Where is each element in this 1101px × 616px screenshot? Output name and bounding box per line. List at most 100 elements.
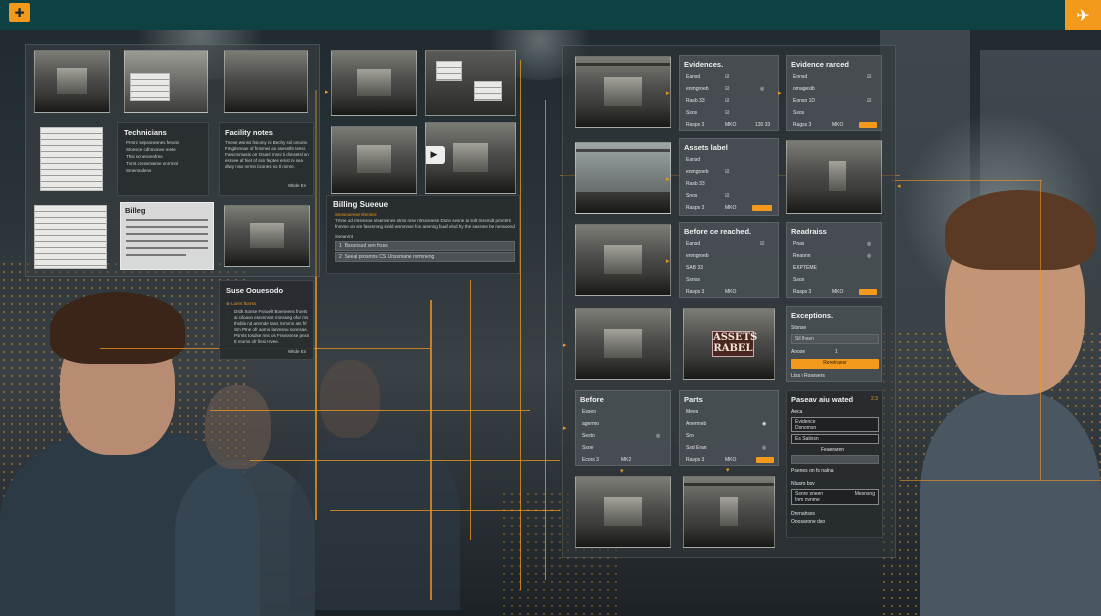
readiness-panel: Readraiss Pnas Reaonn EXPTEME Ssos ◎ ◎ R… <box>786 222 882 298</box>
check-icon[interactable]: ☑ <box>725 86 729 92</box>
evidence-recorded-title: Evidence rarced <box>791 60 849 69</box>
evidence-photo[interactable] <box>331 126 417 194</box>
assets-label-panel: Assets label Eansd enmgroeb Rasb 33 Snos… <box>679 138 779 216</box>
evidence-photo[interactable] <box>786 140 882 214</box>
evidence-title: Evidences. <box>684 60 724 69</box>
evidence-photo[interactable] <box>124 50 208 113</box>
field-label: Eansd <box>686 157 701 163</box>
evidence-photo[interactable] <box>575 56 671 128</box>
field-label: Anermeb <box>686 421 707 427</box>
check-icon[interactable]: ☑ <box>725 193 729 199</box>
saiiosn-field-label: Es Saiiosn <box>795 436 819 442</box>
field-label: Pnas <box>793 241 805 247</box>
panel-footer: Ecors 3 <box>582 457 599 463</box>
technicians-line: Tnmt cressmwme onrrmnl <box>126 161 179 166</box>
check-icon[interactable]: ☑ <box>725 110 729 116</box>
arrow-left-icon: ◂ <box>897 182 901 190</box>
check-icon[interactable]: ☑ <box>725 169 729 175</box>
field-label: enmgroeb <box>686 253 709 259</box>
facility-notes-footer: Wkde En <box>288 183 307 188</box>
field-label: Eansd <box>686 241 701 247</box>
evidence-photo[interactable] <box>425 50 516 116</box>
exceptions-field-text: Sil lhsen <box>795 336 814 342</box>
field-label: Rasb 33 <box>686 98 705 104</box>
evidence-photo[interactable] <box>575 224 671 296</box>
evidence-photo[interactable] <box>224 50 308 113</box>
row-number: 2 <box>339 254 342 260</box>
top-bar: ✚ ✈ <box>0 0 1101 30</box>
evidence-photo[interactable] <box>34 50 110 113</box>
progress-row[interactable] <box>791 455 879 464</box>
toggle-icon[interactable]: ◎ <box>867 241 871 247</box>
panel-footer: Rasps 3 <box>793 289 812 295</box>
billing-queue-text: Tmne od rmsmsoe ntsemsnes stms mse ntrso… <box>335 218 515 229</box>
status-badge <box>859 289 877 295</box>
before-reached-title: Before ce reached. <box>684 227 752 236</box>
lower-field-right: Mesnsng <box>854 491 875 497</box>
field-label: agermo <box>582 421 599 427</box>
document-thumbnail[interactable] <box>40 127 103 191</box>
evidence-photo[interactable] <box>575 308 671 380</box>
evidence-photo[interactable] <box>575 476 671 548</box>
field-label: Ssoe <box>582 445 594 451</box>
field-label: enmgroeb <box>686 86 709 92</box>
panel-footer: 130 33 <box>755 122 771 128</box>
check-icon[interactable]: ☑ <box>725 74 729 80</box>
evidence-photo[interactable] <box>683 476 775 548</box>
field-label: Sro <box>686 433 694 439</box>
field-label: Ooosarone dso <box>791 519 826 525</box>
panel-footer: Rasps 3 <box>686 122 705 128</box>
evidence-field[interactable]: Evidence Dsnomsn <box>791 417 879 432</box>
puzzle-icon[interactable]: ✚ <box>9 3 30 22</box>
saiiosn-field[interactable]: Es Saiiosn <box>791 434 879 444</box>
asset-sign-line: RABEL <box>713 343 753 354</box>
assets-label-title: Assets label <box>684 143 728 152</box>
lower-field-sub: Inm nvnme <box>795 497 820 503</box>
play-icon[interactable]: ▶ <box>426 146 445 164</box>
technicians-line: Smemndens <box>126 168 152 173</box>
check-icon[interactable]: ☑ <box>867 74 871 80</box>
technicians-line: Prrsrc sepssnesnes ferumi <box>126 140 180 145</box>
before-title: Before <box>580 395 604 404</box>
evidence-photo[interactable] <box>575 142 671 214</box>
eye-icon[interactable]: ◉ <box>762 421 766 427</box>
field-label: Ssos <box>686 110 698 116</box>
technicians-line: Thsi scnesnenfree <box>126 154 163 159</box>
toggle-icon[interactable]: ◎ <box>762 445 766 451</box>
evidence-photo[interactable] <box>331 50 417 116</box>
register-button[interactable]: Reretraesr <box>791 359 879 369</box>
check-icon[interactable]: ☑ <box>867 98 871 104</box>
field-label: Anose <box>791 349 806 355</box>
toggle-icon[interactable]: ◎ <box>867 253 871 259</box>
document-thumbnail[interactable] <box>34 205 107 269</box>
issue-overview-panel: Suse Oouesodo ⊜ Lonrs ftorrss Dsth Sonse… <box>219 280 314 360</box>
panel-footer: MKO <box>725 205 737 211</box>
billing-document[interactable]: Billeg <box>120 202 214 270</box>
field-label: Sesto <box>582 433 595 439</box>
field-label: Stsnse <box>791 325 807 331</box>
panel-footer: Rasps 3 <box>686 205 705 211</box>
toggle-icon[interactable]: ◎ <box>656 433 660 439</box>
field-label: Snos <box>686 193 698 199</box>
plane-icon[interactable]: ✈ <box>1065 0 1101 30</box>
lower-field[interactable]: Ssnre sneen Mesnsng Inm nvnme <box>791 489 879 505</box>
panel-footer: Rasps 3 <box>686 457 705 463</box>
asset-label-photo[interactable]: ASSETS RABEL <box>683 308 775 380</box>
facility-notes-text: Tnese wsnss hsiomy ni Bechy ssl omorie. … <box>225 140 309 169</box>
panel-footer: MKO <box>832 289 844 295</box>
check-icon[interactable]: ☑ <box>725 98 729 104</box>
billing-queue-row[interactable]: 2 Seeal prosmns CS Unssmane rormneng <box>335 252 515 262</box>
billing-queue-row[interactable]: 1 Bsssnsud sen frsss <box>335 241 515 251</box>
evidence-photo[interactable] <box>224 205 310 267</box>
field-label: Feaeraren <box>821 447 845 453</box>
pass-sated-title: Paseav aiu wated <box>791 395 854 404</box>
panel-footer: MK2 <box>621 457 632 463</box>
video-thumbnail[interactable]: ▶ <box>425 122 516 194</box>
toggle-icon[interactable]: ◎ <box>760 86 764 92</box>
panel-footer: Ragss 3 <box>793 122 812 128</box>
check-icon[interactable]: ☑ <box>760 241 764 247</box>
parts-panel: Parts Mees Anermeb Sro Ssd Eran ◉ ◎ Rasp… <box>679 390 779 466</box>
field-label: Ssd Eran <box>686 445 707 451</box>
exceptions-field[interactable]: Sil lhsen <box>791 334 879 344</box>
arrow-down-icon: ▾ <box>620 467 624 475</box>
